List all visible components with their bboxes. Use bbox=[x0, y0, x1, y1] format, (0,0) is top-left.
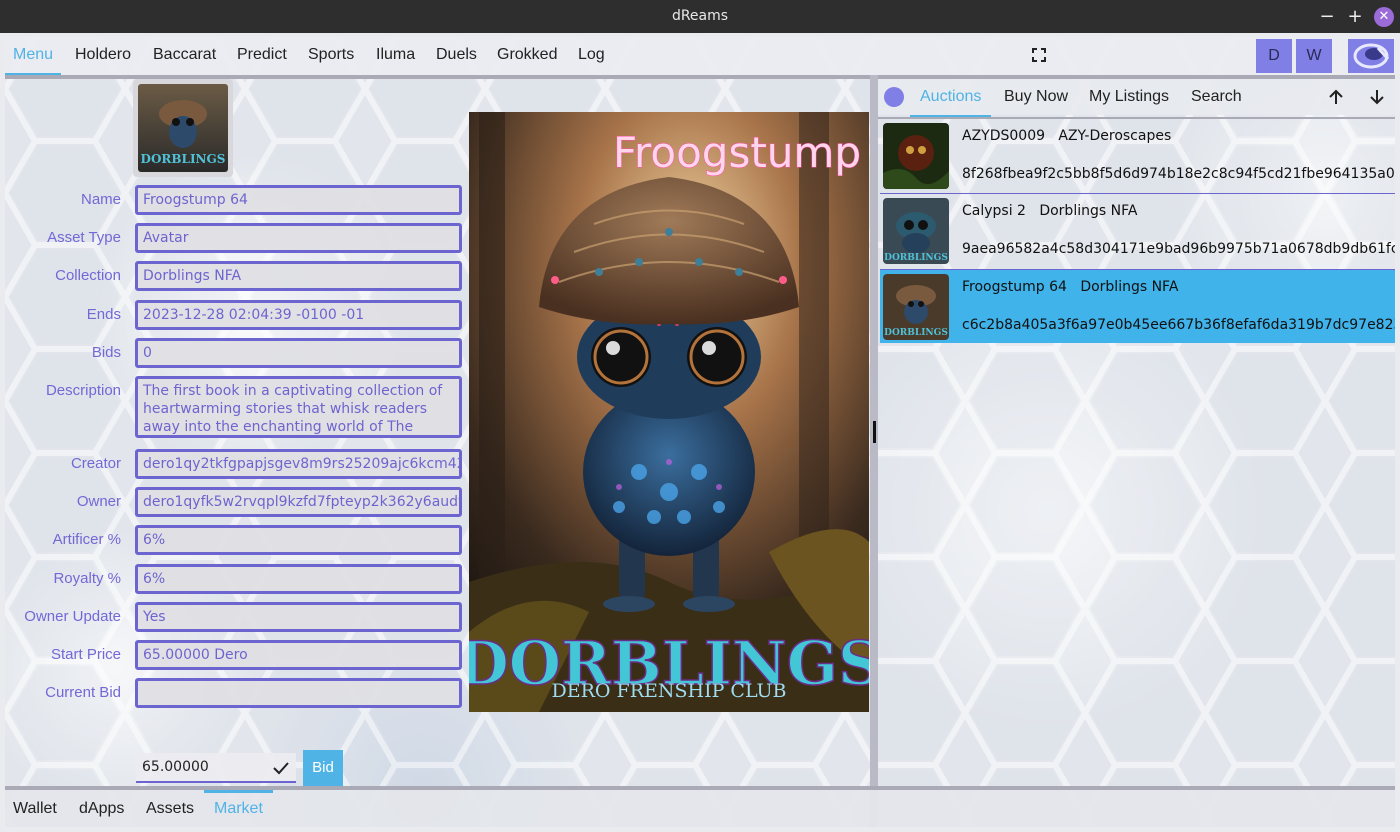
svg-text:DORBLINGS: DORBLINGS bbox=[884, 328, 948, 338]
tab-buy-now[interactable]: Buy Now bbox=[1004, 79, 1068, 115]
tab-log[interactable]: Log bbox=[578, 37, 605, 75]
close-icon[interactable]: ✕ bbox=[1374, 7, 1394, 27]
tab-iluma[interactable]: Iluma bbox=[376, 37, 415, 75]
bid-button[interactable]: Bid bbox=[303, 750, 343, 786]
label-asset-type: Asset Type bbox=[47, 229, 121, 246]
bottom-tab-bar: Wallet dApps Assets Market bbox=[5, 790, 1395, 827]
minimize-icon[interactable]: − bbox=[1317, 7, 1337, 27]
arrow-up-icon[interactable] bbox=[1328, 89, 1344, 105]
ends-field[interactable]: 2023-12-28 02:04:39 -0100 -01 bbox=[135, 300, 462, 330]
royalty-field[interactable]: 6% bbox=[135, 564, 462, 594]
window-titlebar: dReams − + ✕ bbox=[0, 0, 1400, 33]
dero-button[interactable]: D bbox=[1256, 39, 1292, 73]
svg-text:DORBLINGS: DORBLINGS bbox=[141, 152, 226, 166]
window-title: dReams bbox=[671, 8, 729, 24]
tab-duels[interactable]: Duels bbox=[436, 37, 477, 75]
label-name: Name bbox=[80, 191, 121, 208]
artificer-field[interactable]: 6% bbox=[135, 525, 462, 555]
listing-scid: 8f268fbea9f2c5bb8f5d6d974b18e2c8c94f5cd2… bbox=[962, 166, 1395, 182]
listing-scid: 9aea96582a4c58d304171e9bad96b9975b71a067… bbox=[962, 241, 1395, 257]
asset-type-field[interactable]: Avatar bbox=[135, 223, 462, 253]
name-field[interactable]: Froogstump 64 bbox=[135, 185, 462, 215]
maximize-icon[interactable]: + bbox=[1345, 7, 1365, 27]
tab-grokked[interactable]: Grokked bbox=[497, 37, 557, 75]
froogstump-thumbnail-image: DORBLINGS bbox=[138, 84, 228, 172]
tab-sports[interactable]: Sports bbox=[308, 37, 354, 75]
market-tab-bar: Auctions Buy Now My Listings Search bbox=[878, 79, 1395, 118]
label-ends: Ends bbox=[86, 306, 121, 323]
wallet-button[interactable]: W bbox=[1296, 39, 1332, 73]
label-bids: Bids bbox=[91, 344, 121, 361]
listing-title: Calypsi 2 Dorblings NFA bbox=[962, 203, 1138, 219]
current-bid-field[interactable] bbox=[135, 678, 462, 708]
divider-handle[interactable] bbox=[873, 421, 876, 443]
owner-update-field[interactable]: Yes bbox=[135, 602, 462, 632]
top-tab-bar: Menu Holdero Baccarat Predict Sports Ilu… bbox=[5, 37, 1395, 76]
tab-wallet[interactable]: Wallet bbox=[13, 790, 57, 827]
bids-field[interactable]: 0 bbox=[135, 338, 462, 368]
label-creator: Creator bbox=[70, 455, 121, 472]
start-price-field[interactable]: 65.00000 Dero bbox=[135, 640, 462, 670]
app-container: Menu Holdero Baccarat Predict Sports Ilu… bbox=[5, 37, 1395, 827]
tab-holdero[interactable]: Holdero bbox=[75, 37, 131, 75]
arrow-down-icon[interactable] bbox=[1369, 89, 1385, 105]
description-field[interactable]: The first book in a captivating collecti… bbox=[135, 376, 462, 438]
tab-auctions[interactable]: Auctions bbox=[909, 79, 992, 118]
check-icon[interactable] bbox=[273, 761, 289, 775]
owner-field[interactable]: dero1qyfk5w2rvqpl9kzfd7fpteyp2k362y6audy bbox=[135, 487, 462, 517]
label-collection: Collection bbox=[55, 267, 121, 284]
tab-search[interactable]: Search bbox=[1191, 79, 1242, 115]
label-start-price: Start Price bbox=[50, 646, 121, 663]
asset-thumbnail: DORBLINGS bbox=[133, 79, 233, 177]
poster-title: Froogstump bbox=[613, 128, 861, 177]
listing-title: Froogstump 64 Dorblings NFA bbox=[962, 279, 1179, 295]
tab-predict[interactable]: Predict bbox=[237, 37, 287, 75]
collection-field[interactable]: Dorblings NFA bbox=[135, 261, 462, 291]
listing-row-selected[interactable]: DORBLINGS Froogstump 64 Dorblings NFA c6… bbox=[880, 270, 1395, 343]
tab-menu[interactable]: Menu bbox=[5, 37, 62, 76]
label-description: Description bbox=[45, 382, 121, 399]
listing-thumbnail: DORBLINGS bbox=[883, 274, 949, 340]
tab-market[interactable]: Market bbox=[204, 790, 273, 827]
asset-image: Froogstump DORBLINGS DERO FRENSHIP CLUB bbox=[469, 112, 869, 712]
listing-thumbnail: DORBLINGS bbox=[883, 198, 949, 264]
listing-title: AZYDS0009 AZY-Deroscapes bbox=[962, 128, 1172, 144]
dreams-logo-icon[interactable] bbox=[1348, 39, 1394, 73]
panel-divider[interactable] bbox=[870, 75, 878, 827]
poster-tagline: DERO FRENSHIP CLUB bbox=[551, 680, 786, 702]
fullscreen-icon[interactable] bbox=[1032, 48, 1046, 62]
tab-baccarat[interactable]: Baccarat bbox=[153, 37, 216, 75]
label-artificer: Artificer % bbox=[52, 531, 121, 548]
tab-my-listings[interactable]: My Listings bbox=[1089, 79, 1169, 115]
tab-assets[interactable]: Assets bbox=[146, 790, 194, 827]
tab-dapps[interactable]: dApps bbox=[79, 790, 124, 827]
listing-row[interactable]: DORBLINGS Calypsi 2 Dorblings NFA 9aea96… bbox=[880, 194, 1395, 268]
listing-thumbnail bbox=[883, 123, 949, 189]
market-logo-icon bbox=[884, 87, 904, 107]
listing-row[interactable]: AZYDS0009 AZY-Deroscapes 8f268fbea9f2c5b… bbox=[880, 119, 1395, 193]
bid-amount-input[interactable]: 65.00000 bbox=[136, 753, 296, 783]
label-owner: Owner bbox=[76, 493, 121, 510]
label-owner-update: Owner Update bbox=[24, 608, 121, 625]
label-current-bid: Current Bid bbox=[45, 684, 121, 701]
listing-scid: c6c2b8a405a3f6a97e0b45ee667b36f8efaf6da3… bbox=[962, 317, 1395, 333]
creator-field[interactable]: dero1qy2tkfgpapjsgev8m9rs25209ajc6kcm42v bbox=[135, 449, 462, 479]
svg-text:DORBLINGS: DORBLINGS bbox=[884, 253, 948, 263]
label-royalty: Royalty % bbox=[53, 570, 121, 587]
